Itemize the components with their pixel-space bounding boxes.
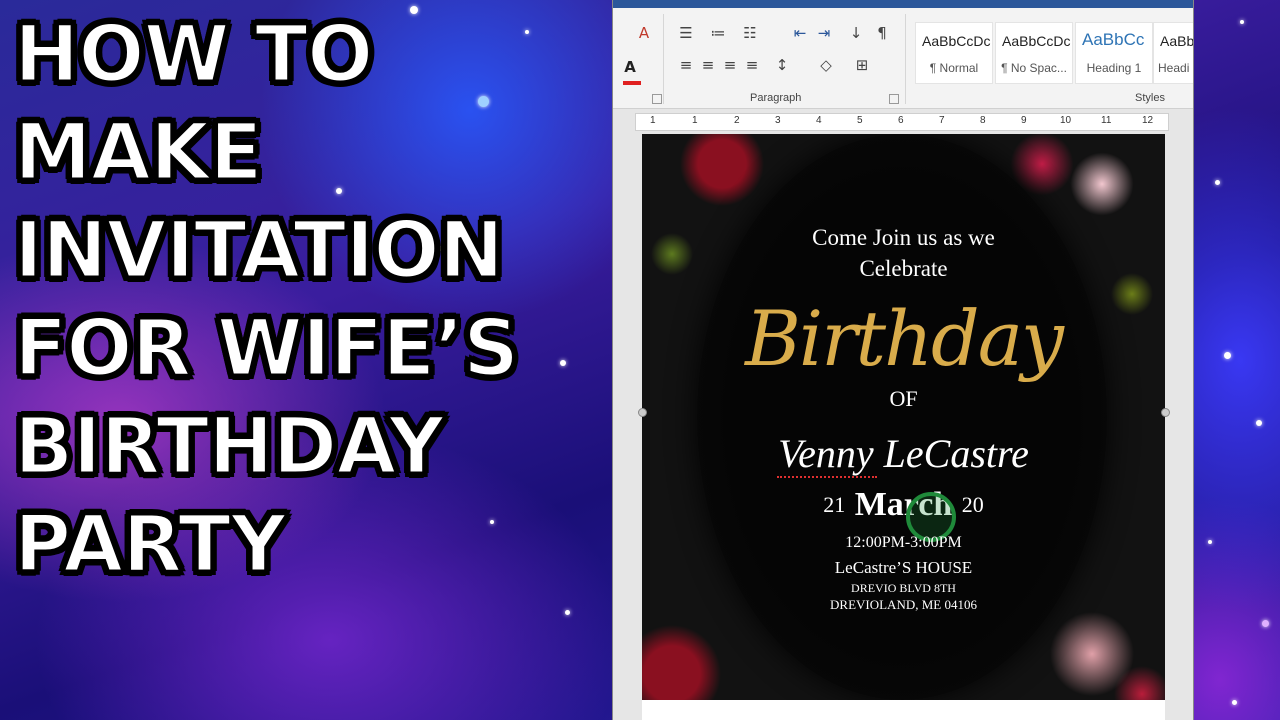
invite-intro[interactable]: Come Join us as we Celebrate xyxy=(642,222,1165,284)
title-line: HOW TO xyxy=(13,9,375,102)
title-line: INVITATION xyxy=(13,205,506,298)
shading-icon[interactable]: ◇ xyxy=(815,54,837,76)
align-right-icon[interactable]: ≡ xyxy=(719,54,741,76)
title-line: MAKE xyxy=(13,107,265,200)
style-sample: AaBbCcDc xyxy=(1002,33,1071,49)
increase-indent-icon[interactable]: ⇥ xyxy=(813,22,835,44)
font-dialog-launcher-icon[interactable] xyxy=(652,94,662,104)
numbering-icon[interactable]: ≔ xyxy=(707,22,729,44)
word-window: A A ☰ ≔ ☷ ⇤ ⇥ ↓ ¶ ≡ ≡ ≡ ≡ ↕ ◇ ⊞ Paragrap… xyxy=(612,0,1194,720)
title-line: FOR WIFE’S xyxy=(13,303,521,396)
style-heading-1[interactable]: AaBbCc Heading 1 xyxy=(1075,22,1153,84)
align-center-icon[interactable]: ≡ xyxy=(697,54,719,76)
star xyxy=(1262,620,1269,627)
star xyxy=(565,610,570,615)
style-sample: AaBb xyxy=(1160,33,1194,49)
multilevel-list-icon[interactable]: ☷ xyxy=(739,22,761,44)
resize-handle-left[interactable] xyxy=(638,408,647,417)
star xyxy=(1256,420,1262,426)
invite-headline[interactable]: Birthday xyxy=(642,294,1165,383)
ruler-number: 11 xyxy=(1101,115,1112,126)
star xyxy=(1232,700,1237,705)
star xyxy=(1224,352,1231,359)
ruler-number: 7 xyxy=(939,115,945,126)
line-spacing-icon[interactable]: ↕ xyxy=(771,54,793,76)
style-name: ¶ No Spac... xyxy=(1001,61,1067,75)
ruler-number: 6 xyxy=(898,115,904,126)
date-year: 20 xyxy=(961,492,984,517)
resize-handle-right[interactable] xyxy=(1161,408,1170,417)
style-no-spacing[interactable]: AaBbCcDc ¶ No Spac... xyxy=(995,22,1073,84)
paragraph-group-label: Paragraph xyxy=(750,92,802,104)
oval-shape[interactable] xyxy=(697,134,1107,700)
decrease-indent-icon[interactable]: ⇤ xyxy=(789,22,811,44)
title-line: BIRTHDAY xyxy=(13,401,447,494)
title-line: PARTY xyxy=(13,499,289,592)
font-color-swatch xyxy=(623,81,641,85)
star xyxy=(1208,540,1212,544)
ruler-number: 12 xyxy=(1142,115,1154,126)
ruler-number: 3 xyxy=(775,115,781,126)
style-heading-2[interactable]: AaBb Headi xyxy=(1153,22,1194,84)
ruler-number: 1 xyxy=(692,115,698,126)
clear-formatting-icon[interactable]: A xyxy=(633,22,655,44)
invitation-image[interactable]: Come Join us as we Celebrate Birthday OF… xyxy=(642,134,1165,700)
star xyxy=(1240,20,1244,24)
date-day: 21 xyxy=(823,492,846,517)
invite-street[interactable]: DREVIO BLVD 8TH xyxy=(642,581,1165,596)
spelling-underline xyxy=(777,472,877,478)
title-bar xyxy=(613,0,1193,8)
sort-icon[interactable]: ↓ xyxy=(845,22,867,44)
ruler-number: 9 xyxy=(1021,115,1027,126)
group-divider xyxy=(663,14,664,104)
invite-time[interactable]: 12:00PM-3:00PM xyxy=(642,534,1165,552)
horizontal-ruler[interactable]: 1 1 2 3 4 5 6 7 8 9 10 11 12 xyxy=(635,113,1169,131)
paragraph-dialog-launcher-icon[interactable] xyxy=(889,94,899,104)
align-left-icon[interactable]: ≡ xyxy=(675,54,697,76)
ruler-number: 4 xyxy=(816,115,822,126)
style-name: Heading 1 xyxy=(1086,61,1142,75)
style-sample: AaBbCc xyxy=(1082,30,1145,49)
invite-of[interactable]: OF xyxy=(642,386,1165,412)
group-divider xyxy=(905,14,906,104)
style-name: Headi xyxy=(1158,61,1190,75)
style-name: ¶ Normal xyxy=(929,61,979,75)
thumbnail-title: HOW TO MAKE INVITATION FOR WIFE’S BIRTHD… xyxy=(13,6,604,594)
star xyxy=(1215,180,1220,185)
invite-city[interactable]: DREVIOLAND, ME 04106 xyxy=(642,597,1165,613)
invite-name[interactable]: Venny LeCastre xyxy=(642,430,1165,477)
ruler-number: 8 xyxy=(980,115,986,126)
bullets-icon[interactable]: ☰ xyxy=(675,22,697,44)
invite-line-2: Celebrate xyxy=(859,256,948,281)
invite-venue[interactable]: LeCastre’S HOUSE xyxy=(642,558,1165,578)
borders-icon[interactable]: ⊞ xyxy=(851,54,873,76)
ruler-number: 5 xyxy=(857,115,863,126)
invite-line-1: Come Join us as we xyxy=(812,225,995,250)
invite-date[interactable]: 21 March 20 xyxy=(642,486,1165,524)
show-formatting-icon[interactable]: ¶ xyxy=(871,22,893,44)
ruler-number: 1 xyxy=(650,115,656,126)
ruler-number: 10 xyxy=(1060,115,1072,126)
styles-group-label: Styles xyxy=(1135,92,1165,104)
style-sample: AaBbCcDc xyxy=(922,33,991,49)
justify-icon[interactable]: ≡ xyxy=(741,54,763,76)
ruler-number: 2 xyxy=(734,115,740,126)
style-normal[interactable]: AaBbCcDc ¶ Normal xyxy=(915,22,993,84)
ribbon: A A ☰ ≔ ☷ ⇤ ⇥ ↓ ¶ ≡ ≡ ≡ ≡ ↕ ◇ ⊞ Paragrap… xyxy=(613,8,1193,109)
font-color-icon[interactable]: A xyxy=(619,56,641,78)
